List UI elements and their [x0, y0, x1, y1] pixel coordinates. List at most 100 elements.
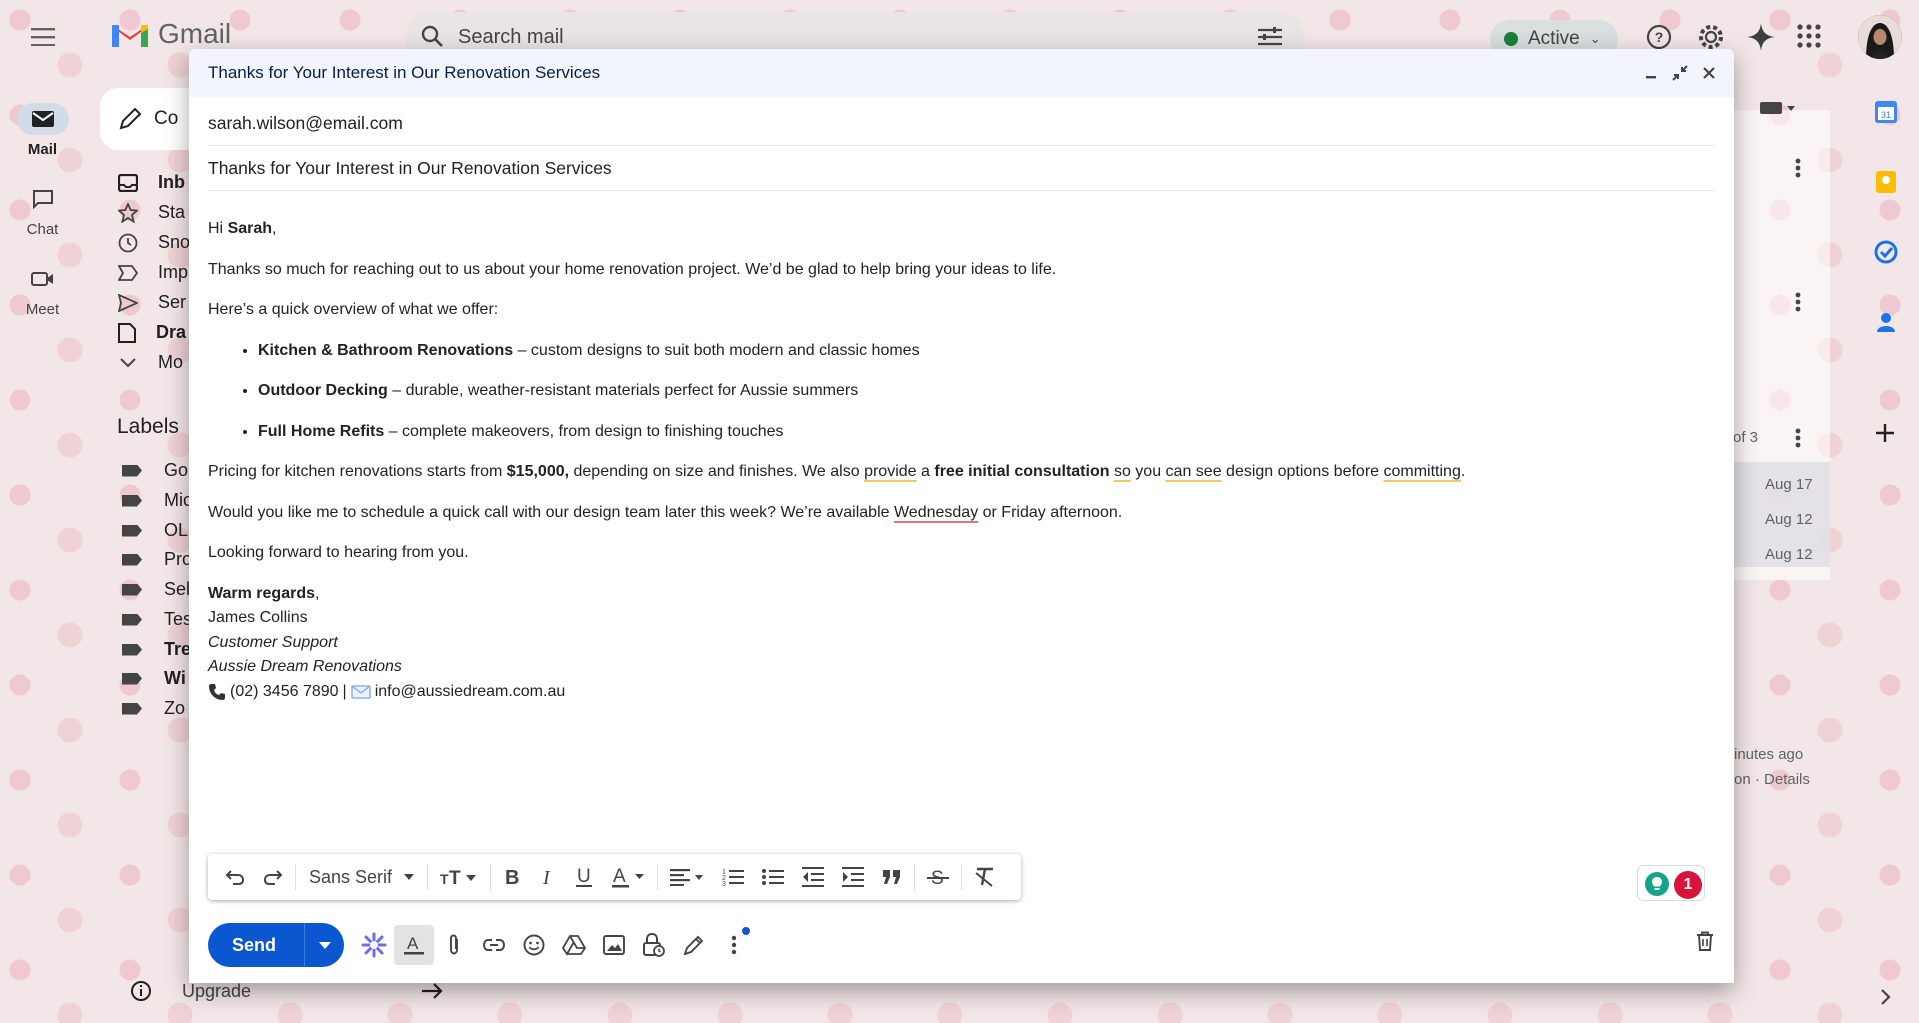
strikethrough-button[interactable]: S — [918, 854, 958, 900]
insert-photo-button[interactable] — [594, 925, 634, 965]
formatting-options-button[interactable]: A — [394, 925, 435, 965]
services-list: Kitchen & Bathroom Renovations – custom … — [258, 339, 1708, 444]
indent-less-button[interactable] — [793, 854, 833, 900]
grammar-suggestion[interactable]: committing — [1383, 463, 1460, 480]
spelling-suggestion[interactable]: Wednesday — [894, 504, 978, 521]
font-family-select[interactable]: Sans Serif — [299, 867, 424, 888]
recipient-chip[interactable]: sarah.wilson@email.com — [208, 113, 403, 134]
text-color-button[interactable]: A — [602, 854, 654, 900]
discard-draft-button[interactable] — [1696, 931, 1714, 951]
nav-drafts[interactable]: Dra — [118, 322, 186, 343]
rail-chat[interactable]: Chat — [0, 183, 85, 238]
subject-field[interactable]: Thanks for Your Interest in Our Renovati… — [208, 147, 1714, 191]
signature-phone: (02) 3456 7890 — [230, 682, 339, 700]
send-button[interactable]: Send — [208, 923, 304, 967]
gear-icon[interactable] — [1696, 22, 1726, 52]
label-item[interactable]: OL — [122, 520, 188, 541]
signoff-text: Warm regards — [208, 584, 315, 602]
font-size-button[interactable]: TT — [431, 854, 487, 900]
nav-sent[interactable]: Ser — [118, 292, 186, 313]
nav-more[interactable]: Mo — [118, 352, 183, 373]
gemini-sparkle-icon[interactable] — [1746, 22, 1776, 52]
label-item[interactable]: Tes — [122, 609, 192, 630]
insert-drive-button[interactable] — [554, 925, 594, 965]
label-item[interactable]: Pro — [122, 549, 192, 570]
svg-text:3: 3 — [722, 881, 726, 887]
remove-formatting-button[interactable] — [965, 854, 1005, 900]
insert-signature-button[interactable] — [674, 925, 714, 965]
message-date: Aug 12 — [1765, 511, 1813, 528]
label-item[interactable]: Mic — [122, 490, 192, 511]
text-run: Would you like me to schedule a quick ca… — [208, 503, 894, 521]
label-item[interactable]: Wi — [122, 668, 186, 689]
undo-button[interactable] — [216, 854, 254, 900]
chevron-right-icon[interactable] — [1880, 988, 1892, 1006]
bold-button[interactable]: B — [494, 854, 530, 900]
align-button[interactable] — [661, 854, 713, 900]
list-item: Full Home Refits – complete makeovers, f… — [258, 420, 1708, 444]
help-icon[interactable]: ? — [1645, 23, 1673, 51]
important-icon — [118, 264, 138, 281]
label-name: OL — [164, 520, 189, 540]
insert-emoji-button[interactable] — [514, 925, 554, 965]
nav-important[interactable]: Imp — [118, 262, 188, 283]
message-date: Aug 12 — [1765, 546, 1813, 563]
main-menu-button[interactable] — [22, 22, 64, 52]
rail-mail[interactable]: Mail — [0, 103, 85, 158]
gmail-logo[interactable]: Gmail — [110, 18, 231, 50]
schedule-send-button[interactable] — [304, 923, 344, 967]
bulleted-list-button[interactable] — [753, 854, 793, 900]
italic-button[interactable]: I — [530, 854, 566, 900]
rail-meet[interactable]: Meet — [0, 263, 85, 318]
more-vertical-icon[interactable] — [1795, 428, 1801, 448]
label-item[interactable]: Zo — [122, 698, 185, 719]
numbered-list-button[interactable]: 123 — [713, 854, 753, 900]
add-icon[interactable] — [1874, 422, 1896, 444]
keep-icon[interactable] — [1874, 170, 1898, 194]
grammar-checker-widget[interactable]: 1 — [1637, 865, 1705, 901]
search-placeholder[interactable]: Search mail — [458, 26, 564, 49]
ai-assist-button[interactable] — [354, 925, 394, 965]
nav-inbox[interactable]: Inb — [118, 172, 185, 193]
label-item[interactable]: Sel — [122, 579, 190, 600]
label-item[interactable]: Tre — [122, 639, 191, 660]
grammar-suggestion[interactable]: can see — [1166, 463, 1222, 480]
account-avatar[interactable] — [1858, 15, 1902, 59]
grammar-suggestion[interactable]: provide — [864, 463, 916, 480]
more-vertical-icon[interactable] — [1795, 158, 1801, 178]
grammar-suggestion[interactable]: so — [1114, 463, 1131, 480]
search-icon[interactable] — [420, 24, 444, 48]
upgrade-link[interactable]: Upgrade — [130, 980, 443, 1002]
recipient-field[interactable]: sarah.wilson@email.com — [208, 102, 1714, 146]
toolbar-divider — [295, 864, 296, 890]
text-run: a — [916, 463, 935, 480]
google-apps-icon[interactable] — [1797, 24, 1821, 48]
nav-starred[interactable]: Sta — [118, 202, 185, 223]
tasks-icon[interactable] — [1874, 240, 1898, 264]
confidential-mode-button[interactable] — [634, 925, 674, 965]
keyboard-icon[interactable] — [1760, 102, 1796, 116]
more-options-button[interactable] — [714, 925, 754, 965]
underline-button[interactable]: U — [566, 854, 602, 900]
redo-button[interactable] — [254, 854, 292, 900]
nav-snoozed[interactable]: Sno — [118, 232, 190, 253]
compose-header[interactable]: Thanks for Your Interest in Our Renovati… — [189, 49, 1734, 97]
search-options-icon[interactable] — [1258, 26, 1282, 48]
calendar-icon[interactable]: 31 — [1874, 100, 1898, 124]
activity-details-link[interactable]: on · Details — [1734, 771, 1810, 788]
exit-fullscreen-icon[interactable] — [1672, 65, 1688, 81]
minimize-icon[interactable] — [1644, 66, 1658, 80]
message-body[interactable]: Hi Sarah, Thanks so much for reaching ou… — [208, 217, 1708, 704]
indent-more-button[interactable] — [833, 854, 873, 900]
nav-inbox-label: Inb — [158, 172, 185, 192]
close-icon[interactable] — [1702, 66, 1716, 80]
quote-button[interactable] — [873, 854, 911, 900]
more-vertical-icon[interactable] — [1795, 292, 1801, 312]
nav-more-label: Mo — [158, 352, 184, 372]
insert-link-button[interactable] — [474, 925, 514, 965]
attach-file-button[interactable] — [434, 925, 474, 965]
label-item[interactable]: Go — [122, 460, 188, 481]
bold-icon: B — [505, 867, 519, 887]
contacts-icon[interactable] — [1874, 310, 1898, 334]
nav-drafts-label: Dra — [156, 322, 187, 342]
